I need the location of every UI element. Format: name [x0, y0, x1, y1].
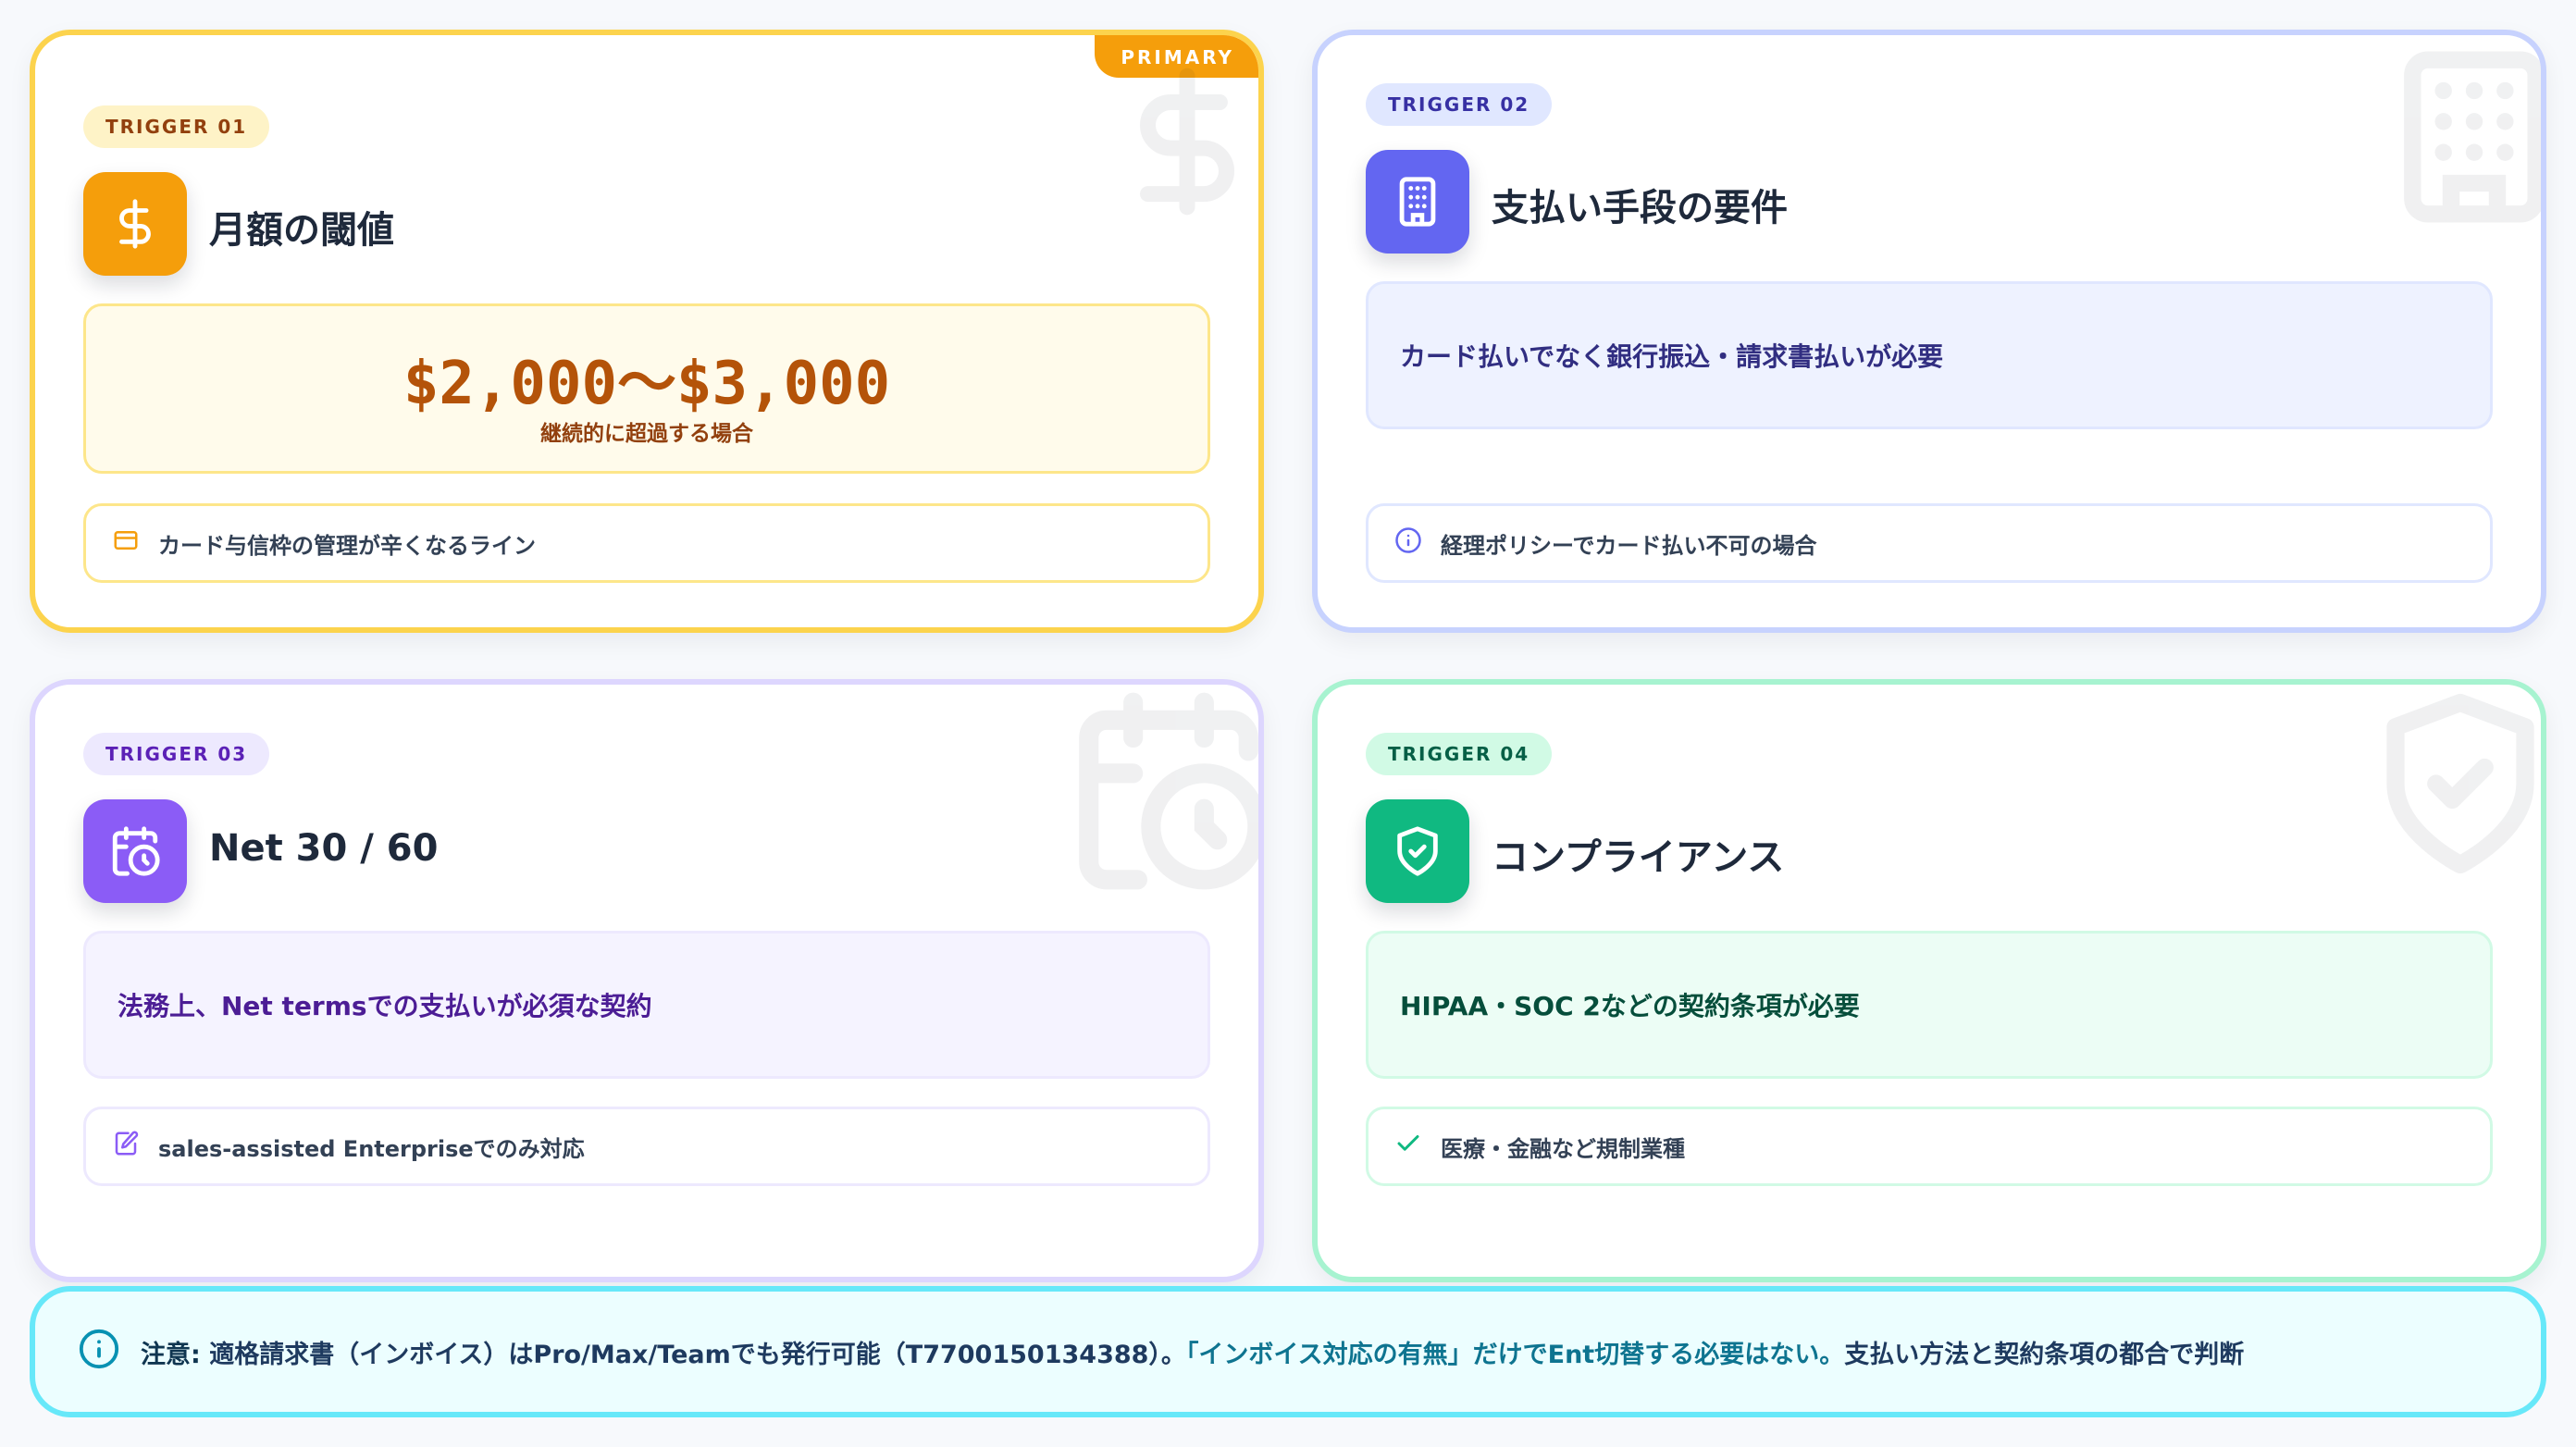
- card-note: 医療・金融など規制業種: [1366, 1107, 2493, 1186]
- trigger-badge: TRIGGER 03: [83, 733, 270, 775]
- notice-banner: 注意: 適格請求書（インボイス）はPro/Max/Teamでも発行可能（T770…: [30, 1286, 2546, 1417]
- trigger-badge: TRIGGER 02: [1366, 83, 1553, 126]
- card-note-text: sales-assisted Enterpriseでのみ対応: [158, 1135, 585, 1162]
- trigger-card-net-terms: TRIGGER 03 Net 30 / 60 法務上、Net termsでの支払…: [30, 679, 1264, 1282]
- edit-document-icon: [112, 1130, 140, 1163]
- notice-text-after: 支払い方法と契約条項の都合で判断: [1844, 1340, 2245, 1369]
- shield-check-watermark-icon: [2363, 685, 2541, 890]
- threshold-amount-box: $2,000〜$3,000 継続的に超過する場合: [83, 303, 1210, 474]
- threshold-amount-caption: 継続的に超過する場合: [540, 422, 753, 446]
- notice-text: 注意: 適格請求書（インボイス）はPro/Max/Teamでも発行可能（T770…: [141, 1334, 2244, 1370]
- building-icon: [1366, 150, 1469, 254]
- dollar-watermark-icon: [1108, 63, 1258, 220]
- info-icon: [1394, 526, 1422, 560]
- notice-highlight: 「インボイス対応の有無」だけでEnt切替する必要はない。: [1185, 1340, 1845, 1369]
- trigger-card-compliance: TRIGGER 04 コンプライアンス HIPAA・SOC 2などの契約条項が必…: [1312, 679, 2546, 1282]
- requirement-box: 法務上、Net termsでの支払いが必須な契約: [83, 931, 1210, 1079]
- threshold-amount: $2,000〜$3,000: [402, 350, 891, 418]
- requirement-box: カード払いでなく銀行振込・請求書払いが必要: [1366, 281, 2493, 429]
- requirement-text: 法務上、Net termsでの支払いが必須な契約: [118, 991, 652, 1021]
- trigger-card-monthly-threshold: PRIMARY TRIGGER 01 月額の閾値 $2,000〜$3,000 継…: [30, 30, 1264, 633]
- card-note: sales-assisted Enterpriseでのみ対応: [83, 1107, 1210, 1186]
- credit-card-icon: [112, 526, 140, 560]
- card-note-text: 経理ポリシーでカード払い不可の場合: [1441, 532, 1817, 559]
- calendar-clock-icon: [83, 799, 187, 903]
- info-icon: [78, 1328, 120, 1377]
- requirement-box: HIPAA・SOC 2などの契約条項が必要: [1366, 931, 2493, 1079]
- dollar-icon: [83, 172, 187, 276]
- card-note-text: 医療・金融など規制業種: [1441, 1135, 1685, 1162]
- calendar-clock-watermark-icon: [1062, 685, 1258, 897]
- card-note: 経理ポリシーでカード払い不可の場合: [1366, 503, 2493, 583]
- shield-check-icon: [1366, 799, 1469, 903]
- notice-text-before: 適格請求書（インボイス）はPro/Max/Teamでも発行可能（T7700150…: [209, 1340, 1186, 1369]
- card-title: Net 30 / 60: [209, 827, 439, 870]
- card-note: カード与信枠の管理が辛くなるライン: [83, 503, 1210, 583]
- requirement-text: HIPAA・SOC 2などの契約条項が必要: [1400, 991, 1860, 1021]
- trigger-card-payment-method: TRIGGER 02 支払い手段の要件 カード払いでなく銀行振込・請求書払いが必…: [1312, 30, 2546, 633]
- card-note-text: カード与信枠の管理が辛くなるライン: [158, 532, 536, 559]
- requirement-text: カード払いでなく銀行振込・請求書払いが必要: [1400, 341, 1944, 372]
- trigger-badge: TRIGGER 04: [1366, 733, 1553, 775]
- card-title: 支払い手段の要件: [1492, 187, 1788, 229]
- card-title: コンプライアンス: [1492, 836, 1785, 879]
- building-watermark-icon: [2382, 35, 2541, 248]
- check-icon: [1394, 1130, 1422, 1163]
- notice-label: 注意:: [141, 1340, 201, 1369]
- trigger-badge: TRIGGER 01: [83, 105, 270, 148]
- card-title: 月額の閾値: [209, 209, 394, 252]
